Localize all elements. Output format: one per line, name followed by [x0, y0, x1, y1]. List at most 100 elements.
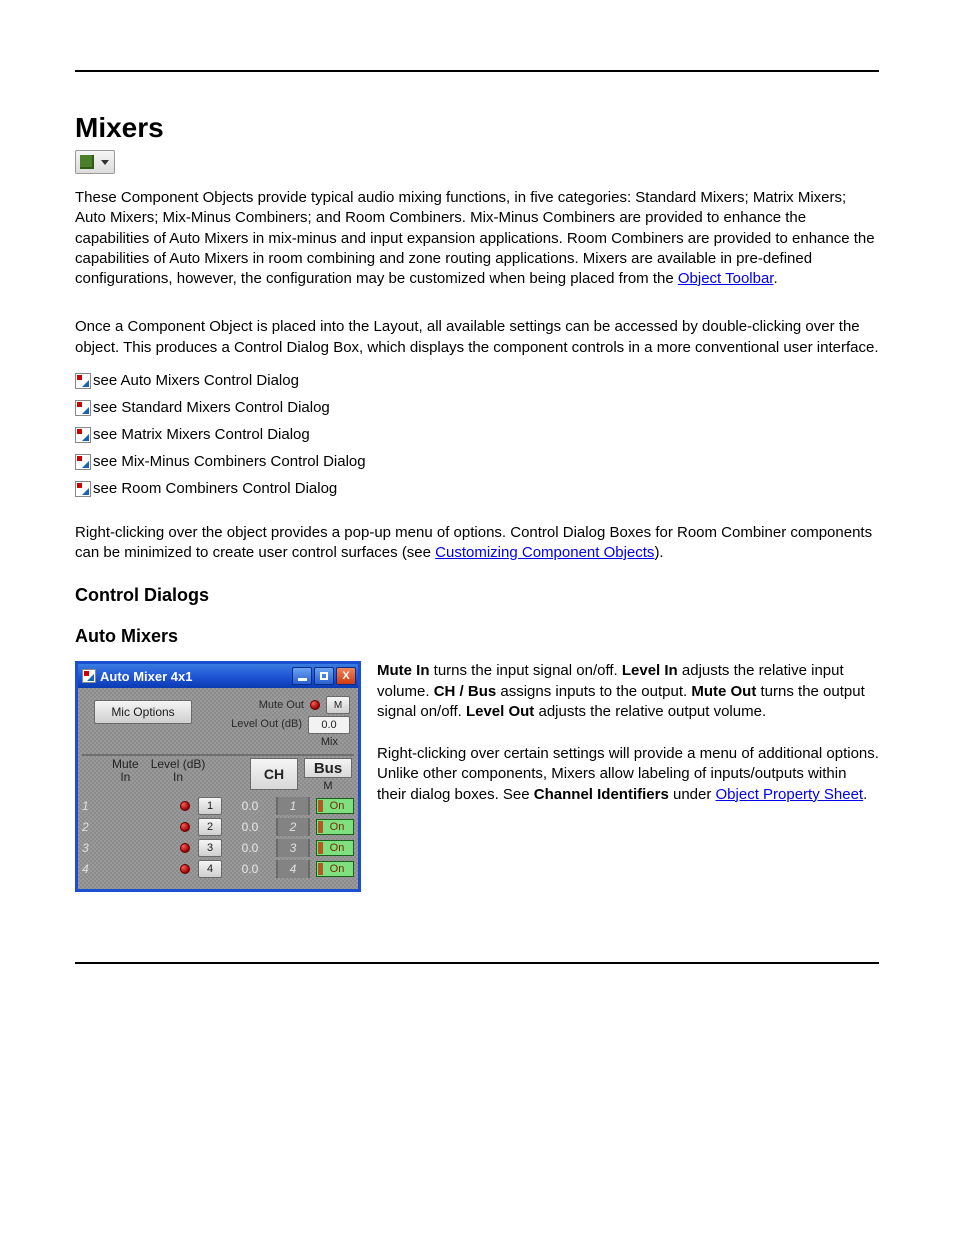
mute-in-button[interactable]: 2: [198, 818, 222, 836]
bus-on-label: On: [330, 800, 345, 812]
col-bus-m: M: [302, 780, 354, 792]
channel-row: 2 2 0.0 2 On: [82, 818, 354, 836]
link-object-property-sheet[interactable]: Object Property Sheet: [716, 786, 864, 803]
see-item: see Auto Mixers Control Dialog: [75, 372, 879, 389]
paragraph-2: Once a Component Object is placed into t…: [75, 317, 879, 358]
heading-control-dialogs: Control Dialogs: [75, 585, 879, 606]
output-block: Mute Out M Level Out (dB) 0.0 Mix: [231, 696, 350, 748]
mute-in-led[interactable]: [180, 864, 190, 874]
col-ch: CH: [250, 758, 298, 790]
term-channel-identifiers: Channel Identifiers: [534, 786, 669, 803]
level-out-value[interactable]: 0.0: [308, 716, 350, 734]
two-col: Auto Mixer 4x1 X Mic Options Mute Out M: [75, 661, 879, 892]
description-paragraph-1: Mute In turns the input signal on/off. L…: [377, 661, 879, 722]
mic-options-button[interactable]: Mic Options: [94, 700, 192, 724]
mute-in-led[interactable]: [180, 801, 190, 811]
level-out-row: Level Out (dB) 0.0: [231, 716, 350, 734]
see-item: see Mix-Minus Combiners Control Dialog: [75, 453, 879, 470]
row-index: 4: [82, 862, 96, 876]
term-mute-out: Mute Out: [691, 683, 756, 700]
auto-mixer-dialog: Auto Mixer 4x1 X Mic Options Mute Out M: [75, 661, 361, 892]
mute-in-button[interactable]: 3: [198, 839, 222, 857]
mute-in-led[interactable]: [180, 843, 190, 853]
col-mute-in: In: [112, 771, 139, 784]
bus-on-button[interactable]: On: [316, 798, 354, 814]
intro-paragraph: These Component Objects provide typical …: [75, 188, 879, 289]
maximize-button[interactable]: [314, 667, 334, 685]
desc2-post: .: [863, 786, 867, 803]
mute-out-label: Mute Out: [248, 699, 304, 711]
see-item-label: see Room Combiners Control Dialog: [93, 480, 337, 497]
bus-on-label: On: [330, 863, 345, 875]
term-ch-bus: CH / Bus: [434, 683, 497, 700]
txt-ch-bus: assigns inputs to the output.: [496, 683, 691, 700]
see-item-label: see Standard Mixers Control Dialog: [93, 399, 330, 416]
see-item-label: see Matrix Mixers Control Dialog: [93, 426, 310, 443]
close-button[interactable]: X: [336, 667, 356, 685]
channel-rows: 1 1 0.0 1 On 2 2 0.0 2: [78, 792, 358, 889]
level-in-value[interactable]: 0.0: [230, 820, 270, 834]
channel-index: 4: [276, 860, 310, 878]
bottom-rule: [75, 962, 879, 964]
image-icon: [75, 400, 91, 416]
channel-row: 4 4 0.0 4 On: [82, 860, 354, 878]
mute-in-led[interactable]: [180, 822, 190, 832]
toolbar-chip: [75, 150, 879, 174]
see-item: see Matrix Mixers Control Dialog: [75, 426, 879, 443]
minimize-button[interactable]: [292, 667, 312, 685]
mute-out-m-button[interactable]: M: [326, 696, 350, 714]
hdr-left: Mute In Level (dB) In: [82, 756, 246, 792]
level-in-value[interactable]: 0.0: [230, 799, 270, 813]
description-paragraph-2: Right-clicking over certain settings wil…: [377, 744, 879, 805]
col-bus: Bus M: [302, 756, 354, 792]
row-index: 2: [82, 820, 96, 834]
see-item: see Standard Mixers Control Dialog: [75, 399, 879, 416]
row-index: 1: [82, 799, 96, 813]
level-in-value[interactable]: 0.0: [230, 862, 270, 876]
bus-on-button[interactable]: On: [316, 861, 354, 877]
mix-label: Mix: [231, 736, 350, 748]
image-icon: [75, 481, 91, 497]
mute-in-button[interactable]: 1: [198, 797, 222, 815]
paragraph-3-post: ).: [654, 544, 663, 561]
level-out-label: Level Out (dB): [231, 719, 302, 731]
term-level-out: Level Out: [466, 703, 534, 720]
channel-row: 3 3 0.0 3 On: [82, 839, 354, 857]
image-icon: [75, 373, 91, 389]
channel-index: 1: [276, 797, 310, 815]
dialog-titlebar[interactable]: Auto Mixer 4x1 X: [78, 664, 358, 688]
channel-index: 2: [276, 818, 310, 836]
paragraph-3: Right-clicking over the object provides …: [75, 523, 879, 564]
mute-out-led[interactable]: [310, 700, 320, 710]
see-item-label: see Auto Mixers Control Dialog: [93, 372, 299, 389]
image-icon: [75, 454, 91, 470]
desc2-mid: under: [669, 786, 716, 803]
link-object-toolbar[interactable]: Object Toolbar: [678, 270, 774, 287]
see-item-label: see Mix-Minus Combiners Control Dialog: [93, 453, 366, 470]
txt-level-out: adjusts the relative output volume.: [534, 703, 766, 720]
col-level: Level (dB) In: [151, 758, 206, 786]
dialog-top-row: Mic Options Mute Out M Level Out (dB) 0.…: [78, 688, 358, 750]
mute-out-row: Mute Out M: [231, 696, 350, 714]
bus-on-button[interactable]: On: [316, 819, 354, 835]
app-icon: [82, 669, 96, 683]
col-bus-label: Bus: [304, 758, 352, 778]
intro-text-post: .: [773, 270, 777, 287]
link-customizing-component-objects[interactable]: Customizing Component Objects: [435, 544, 654, 561]
bus-on-button[interactable]: On: [316, 840, 354, 856]
image-icon: [75, 427, 91, 443]
top-rule: [75, 70, 879, 72]
channel-row: 1 1 0.0 1 On: [82, 797, 354, 815]
channel-index: 3: [276, 839, 310, 857]
bus-on-label: On: [330, 842, 345, 854]
heading-sub-auto: Auto Mixers: [75, 626, 879, 647]
mute-in-button[interactable]: 4: [198, 860, 222, 878]
term-mute-in: Mute In: [377, 662, 430, 679]
right-column: Mute In turns the input signal on/off. L…: [377, 661, 879, 819]
column-headers: Mute In Level (dB) In CH Bus M: [78, 756, 358, 792]
col-level-in: In: [151, 771, 206, 784]
dialog-body: Mic Options Mute Out M Level Out (dB) 0.…: [78, 688, 358, 889]
page-title: Mixers: [75, 112, 879, 144]
see-item: see Room Combiners Control Dialog: [75, 480, 879, 497]
level-in-value[interactable]: 0.0: [230, 841, 270, 855]
